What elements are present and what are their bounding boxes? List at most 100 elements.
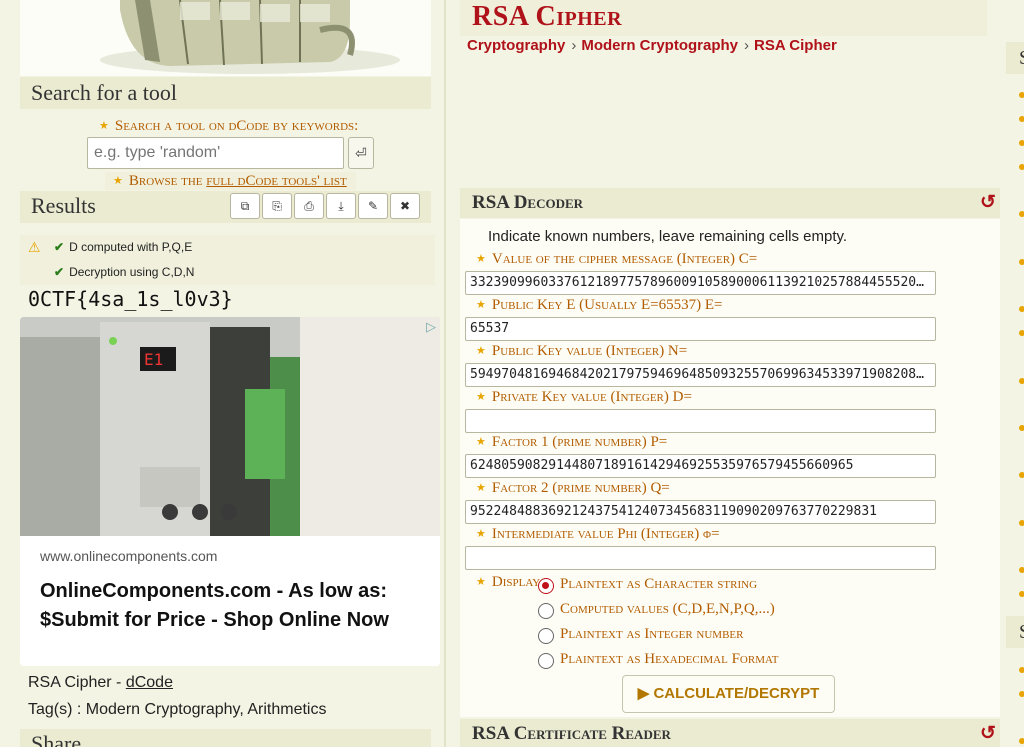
list-bullet-icon — [1019, 667, 1024, 673]
display-option-integer-label[interactable]: Plaintext as Integer number — [560, 626, 743, 643]
star-icon: ★ — [113, 175, 123, 187]
display-option-integer-radio[interactable] — [538, 628, 554, 644]
dcode-link[interactable]: dCode — [126, 674, 173, 691]
ad-image: E1 ▷ — [20, 317, 440, 536]
share-panel-heading: Share — [20, 729, 431, 747]
star-icon: ★ — [476, 436, 486, 448]
result-line: ⚠ ✔ D computed with P,Q,E — [20, 235, 435, 260]
star-icon: ★ — [476, 253, 486, 265]
display-option-character-radio[interactable] — [538, 578, 554, 594]
cipher-message-input[interactable]: 3323909960337612189775789600910589000611… — [465, 271, 936, 295]
phi-label: ★ Intermediate value Phi (Integer) φ= — [476, 526, 720, 542]
cryptex-illustration — [100, 0, 400, 74]
ad-headline[interactable]: OnlineComponents.com - As low as: $Submi… — [40, 577, 430, 635]
list-bullet-icon — [1019, 378, 1024, 384]
list-bullet-icon — [1019, 567, 1024, 573]
display-option-hex-label[interactable]: Plaintext as Hexadecimal Format — [560, 651, 778, 668]
breadcrumb-rsa-cipher[interactable]: RSA Cipher — [754, 37, 837, 54]
factor-p-label: ★ Factor 1 (prime number) P= — [476, 434, 668, 450]
decoder-hint: Indicate known numbers, leave remaining … — [488, 228, 848, 245]
display-option-hex-radio[interactable] — [538, 653, 554, 669]
list-bullet-icon — [1019, 259, 1024, 265]
factor-p-input[interactable]: 6248059082914480718916142946925535976579… — [465, 454, 936, 478]
display-option-character-label[interactable]: Plaintext as Character string — [560, 576, 757, 593]
star-icon: ★ — [476, 528, 486, 540]
copy-button[interactable]: ⧉ — [230, 193, 260, 219]
print-button[interactable]: ⎙ — [294, 193, 324, 219]
warning-icon: ⚠ — [28, 239, 41, 255]
cryptex-banner-image — [20, 0, 431, 76]
private-key-d-input[interactable] — [465, 409, 936, 433]
ad-url[interactable]: www.onlinecomponents.com — [40, 548, 217, 564]
ad-choices-icon[interactable]: ▷ — [426, 319, 436, 335]
tags-list[interactable]: Modern Cryptography, Arithmetics — [86, 701, 327, 718]
tags-line: Tag(s) : Modern Cryptography, Arithmetic… — [28, 701, 327, 718]
display-option-computed-label[interactable]: Computed values (C,D,E,N,P,Q,...) — [560, 601, 775, 618]
rsa-certificate-reader-heading: RSA Certificate Reader ↺ — [460, 719, 1000, 747]
pin-button[interactable]: ✎ — [358, 193, 388, 219]
page-title: RSA Cipher — [472, 1, 623, 32]
advertisement[interactable]: E1 ▷ www.onlinecomponents.com OnlineComp… — [20, 317, 440, 666]
list-bullet-icon — [1019, 140, 1024, 146]
list-bullet-icon — [1019, 425, 1024, 431]
star-icon: ★ — [476, 391, 486, 403]
check-icon: ✔ — [54, 240, 65, 254]
public-key-e-label: ★ Public Key E (Usually E=65537) E= — [476, 297, 723, 313]
list-bullet-icon — [1019, 164, 1024, 170]
plc-module-illustration: E1 — [20, 317, 440, 536]
print-icon: ⎙ — [304, 199, 314, 213]
breadcrumb: Cryptography › Modern Cryptography › RSA Cip… — [467, 37, 837, 54]
list-bullet-icon — [1019, 520, 1024, 526]
list-bullet-icon — [1019, 330, 1024, 336]
list-bullet-icon — [1019, 92, 1024, 98]
result-line: ✔ Decryption using C,D,N — [20, 260, 435, 285]
download-icon: ⤓ — [338, 199, 344, 213]
duplicate-icon: ⎘ — [272, 199, 282, 213]
right-sidebar: S S — [1006, 0, 1024, 747]
close-results-button[interactable]: ✖ — [390, 193, 420, 219]
left-sidebar: Search for a tool ★ Search a tool on dCod… — [0, 0, 446, 747]
breadcrumb-cryptography[interactable]: Cryptography — [467, 37, 565, 54]
factor-q-input[interactable]: 9522484883692124375412407345683119090209… — [465, 500, 936, 524]
phi-input[interactable] — [465, 546, 936, 570]
private-key-d-label: ★ Private Key value (Integer) D= — [476, 389, 692, 405]
right-panel-heading: S — [1006, 42, 1024, 74]
list-bullet-icon — [1019, 211, 1024, 217]
list-bullet-icon — [1019, 691, 1024, 697]
list-bullet-icon — [1019, 738, 1024, 744]
decrypted-flag-text: 0CTF{4sa_1s_l0v3} — [28, 287, 233, 311]
refresh-icon[interactable]: ↺ — [980, 719, 1000, 747]
display-option-computed-radio[interactable] — [538, 603, 554, 619]
public-key-n-label: ★ Public Key value (Integer) N= — [476, 343, 688, 359]
search-panel-heading: Search for a tool — [20, 77, 431, 109]
download-button[interactable]: ⤓ — [326, 193, 356, 219]
display-label: ★ Display — [476, 574, 541, 590]
list-bullet-icon — [1019, 116, 1024, 122]
search-submit-button[interactable]: ⏎ — [348, 137, 374, 169]
star-icon: ★ — [476, 576, 486, 588]
public-key-e-input[interactable]: 65537 — [465, 317, 936, 341]
duplicate-button[interactable]: ⎘ — [262, 193, 292, 219]
calculate-decrypt-button[interactable]: ▶ CALCULATE/DECRYPT — [622, 675, 835, 713]
star-icon: ★ — [476, 345, 486, 357]
star-icon: ★ — [476, 299, 486, 311]
refresh-icon[interactable]: ↺ — [980, 188, 1000, 218]
enter-icon: ⏎ — [355, 145, 367, 161]
search-by-keywords-link[interactable]: ★ Search a tool on dCode by keywords: — [99, 117, 358, 135]
main-content: RSA Cipher Cryptography › Modern Cryptogra… — [460, 0, 1000, 747]
list-bullet-icon — [1019, 472, 1024, 478]
list-bullet-icon — [1019, 591, 1024, 597]
pin-icon: ✎ — [367, 199, 379, 213]
browse-tools-link[interactable]: ★ Browse the full dCode tools' list — [105, 172, 356, 190]
list-bullet-icon — [1019, 306, 1024, 312]
public-key-n-input[interactable]: 5949704816946842021797594696485093255706… — [465, 363, 936, 387]
rsa-decoder-heading: RSA Decoder ↺ — [460, 188, 1000, 218]
copy-icon: ⧉ — [240, 199, 250, 213]
cipher-message-label: ★ Value of the cipher message (Integer) C… — [476, 251, 758, 267]
close-icon: ✖ — [399, 199, 411, 213]
factor-q-label: ★ Factor 2 (prime number) Q= — [476, 480, 670, 496]
breadcrumb-modern-cryptography[interactable]: Modern Cryptography — [581, 37, 738, 54]
star-icon: ★ — [476, 482, 486, 494]
check-icon: ✔ — [54, 265, 65, 279]
tool-search-input[interactable] — [87, 137, 344, 169]
